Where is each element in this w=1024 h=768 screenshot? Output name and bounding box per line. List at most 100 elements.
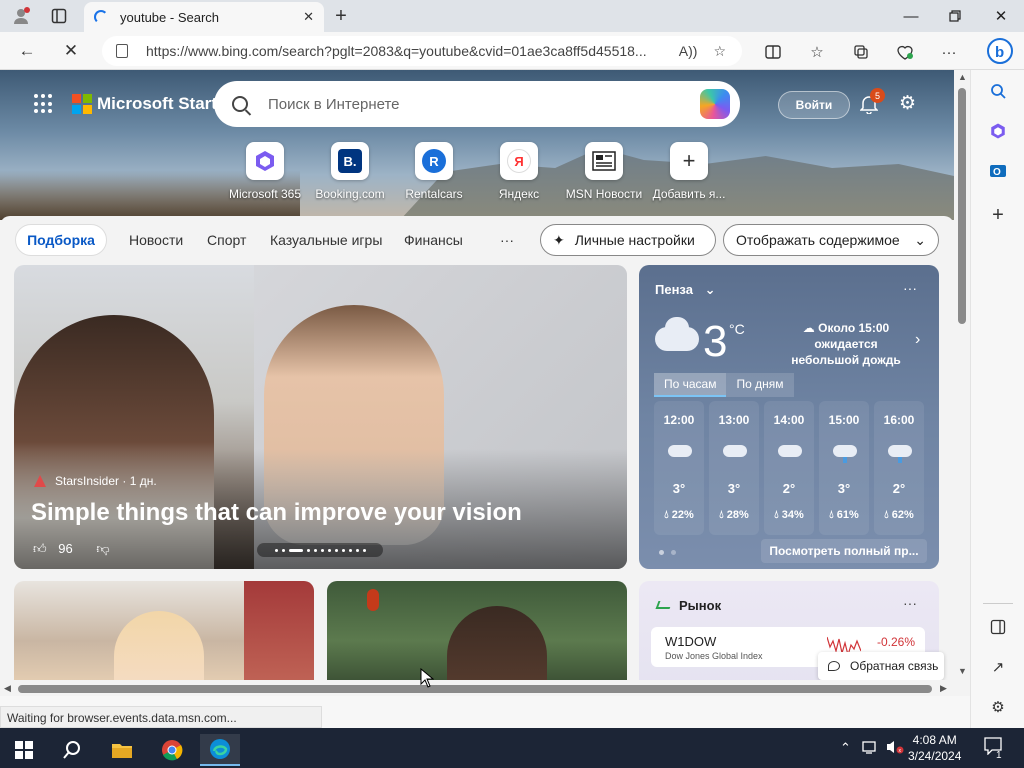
app-launcher-icon[interactable] — [34, 94, 54, 114]
vertical-scrollbar[interactable]: ▲ ▼ — [954, 70, 970, 680]
add-sidebar-app-icon[interactable]: + — [987, 204, 1009, 226]
favorites-icon[interactable]: ☆ — [806, 41, 828, 63]
tab-daily[interactable]: По дням — [726, 373, 794, 397]
windows-start-icon[interactable] — [4, 734, 44, 766]
scroll-down-arrow-icon[interactable]: ▼ — [958, 666, 967, 676]
favorite-star-icon[interactable]: ☆ — [713, 43, 726, 60]
hourly-forecast-item[interactable]: 14:00 2° 💧︎ 34% — [764, 401, 814, 535]
horizontal-scroll-thumb[interactable] — [18, 685, 932, 693]
gear-icon[interactable]: ⚙ — [899, 92, 916, 115]
back-button[interactable]: ← — [16, 40, 38, 62]
lock-icon[interactable] — [116, 44, 128, 58]
address-bar[interactable]: https://www.bing.com/search?pglt=2083&q=… — [102, 36, 742, 66]
close-window-button[interactable]: ✕ — [986, 4, 1016, 28]
tray-overflow-chevron-icon[interactable]: ⌃ — [840, 740, 851, 756]
restore-button[interactable] — [940, 4, 970, 28]
content-display-dropdown[interactable]: Отображать содержимое ⌄ — [723, 224, 939, 256]
quicklink-booking[interactable]: B. Booking.com — [307, 142, 393, 201]
tab-actions-icon[interactable] — [48, 6, 70, 26]
tab-sports[interactable]: Спорт — [207, 232, 246, 248]
thumbs-up-icon: 👍︎ — [33, 541, 47, 556]
like-button[interactable]: 👍︎ 96 👎︎ — [33, 541, 110, 557]
weather-pager-dot[interactable] — [659, 550, 664, 555]
tab-news[interactable]: Новости — [129, 232, 183, 248]
story-title[interactable]: Simple things that can improve your visi… — [31, 499, 522, 527]
microsoft365-icon[interactable] — [987, 120, 1009, 142]
signin-button[interactable]: Войти — [778, 91, 850, 119]
search-input[interactable]: Поиск в Интернете — [268, 96, 700, 113]
collections-icon[interactable] — [850, 41, 872, 63]
hour-precip: 💧︎ 34% — [764, 509, 814, 522]
hourly-forecast-item[interactable]: 16:00 2° 💧︎ 62% — [874, 401, 924, 535]
tab-casual-games[interactable]: Казуальные игры — [270, 232, 382, 248]
file-explorer-icon[interactable] — [102, 734, 142, 766]
hide-sidebar-icon[interactable] — [987, 616, 1009, 638]
weather-unit[interactable]: °C — [729, 321, 745, 337]
vertical-scroll-thumb[interactable] — [958, 88, 966, 324]
search-icon[interactable] — [987, 80, 1009, 102]
display-label: Отображать содержимое — [736, 232, 900, 248]
see-full-forecast-button[interactable]: Посмотреть полный пр... — [761, 539, 927, 563]
close-tab-icon[interactable]: ✕ — [303, 9, 314, 25]
news-card-child[interactable] — [14, 581, 314, 680]
scroll-up-arrow-icon[interactable]: ▲ — [958, 72, 967, 82]
bing-copilot-icon[interactable]: b — [985, 36, 1015, 66]
open-in-new-window-icon[interactable]: ↗ — [987, 656, 1009, 678]
weather-card[interactable]: Пенза ⌄ ··· 3 °C ☁ Около 15:00 ожидается… — [639, 265, 939, 569]
weather-tabs: По часам По дням — [654, 373, 794, 397]
feedback-button[interactable]: Обратная связь — [818, 652, 944, 680]
weather-forecast-link[interactable]: ☁ Около 15:00 ожидается небольшой дождь — [783, 320, 909, 368]
split-screen-icon[interactable] — [762, 41, 784, 63]
tab-myfeed[interactable]: Подборка — [15, 224, 107, 256]
news-card-man[interactable] — [327, 581, 627, 680]
personalize-button[interactable]: ✦ Личные настройки — [540, 224, 716, 256]
sidebar-settings-gear-icon[interactable]: ⚙ — [987, 696, 1009, 718]
search-box[interactable]: Поиск в Интернете — [214, 81, 740, 127]
volume-muted-icon[interactable]: x — [886, 740, 904, 757]
featured-story-card[interactable]: StarsInsider · 1 дн. Simple things that … — [14, 265, 627, 569]
quicklink-msn-news[interactable]: MSN Новости — [561, 142, 647, 201]
hourly-forecast-item[interactable]: 12:00 3° 💧︎ 22% — [654, 401, 704, 535]
browser-essentials-icon[interactable] — [894, 41, 916, 63]
tab-finance[interactable]: Финансы — [404, 232, 463, 248]
hour-precip: 💧︎ 61% — [819, 509, 869, 522]
chevron-right-icon[interactable]: › — [915, 331, 920, 349]
carousel-pager[interactable] — [257, 543, 383, 557]
red-flower-image — [367, 589, 379, 611]
more-options-icon[interactable]: ··· — [903, 595, 917, 611]
edge-icon[interactable] — [200, 734, 240, 766]
tab-hourly[interactable]: По часам — [654, 373, 727, 397]
story-source[interactable]: StarsInsider · 1 дн. — [55, 474, 157, 488]
profile-icon[interactable] — [10, 6, 32, 26]
quicklink-add[interactable]: + Добавить я... — [646, 142, 732, 201]
hour-time: 13:00 — [718, 413, 750, 427]
quicklink-yandex[interactable]: Я Яндекс — [476, 142, 562, 201]
scroll-right-arrow-icon[interactable]: ▶ — [940, 683, 947, 694]
read-aloud-icon[interactable]: A)) — [679, 43, 698, 59]
stop-loading-button[interactable]: ✕ — [60, 40, 82, 62]
outlook-icon[interactable]: O — [987, 160, 1009, 182]
browser-tab[interactable]: youtube - Search ✕ — [84, 2, 324, 32]
more-options-icon[interactable]: ··· — [903, 280, 917, 296]
quicklink-rentalcars[interactable]: R Rentalcars — [391, 142, 477, 201]
network-icon[interactable] — [862, 740, 878, 757]
hourly-forecast-item[interactable]: 13:00 3° 💧︎ 28% — [709, 401, 759, 535]
thumbs-down-icon[interactable]: 👎︎ — [96, 541, 109, 556]
new-tab-button[interactable]: + — [330, 5, 352, 28]
chrome-icon[interactable] — [152, 734, 192, 766]
market-title[interactable]: Рынок — [679, 598, 721, 613]
brand-title[interactable]: Microsoft Start — [97, 94, 217, 114]
quicklink-microsoft365[interactable]: Microsoft 365 — [222, 142, 308, 201]
horizontal-scrollbar[interactable]: ◀ ▶ — [0, 680, 954, 696]
copilot-icon[interactable] — [700, 89, 730, 119]
weather-location-dropdown[interactable]: Пенза ⌄ — [655, 282, 715, 298]
minimize-button[interactable]: — — [896, 4, 926, 28]
system-clock[interactable]: 4:08 AM 3/24/2024 — [908, 732, 961, 764]
settings-more-icon[interactable]: ··· — [938, 41, 960, 63]
url-text[interactable]: https://www.bing.com/search?pglt=2083&q=… — [146, 43, 679, 59]
weather-pager-dot[interactable] — [671, 550, 676, 555]
more-tabs-button[interactable]: ··· — [500, 232, 514, 248]
search-icon[interactable] — [52, 734, 92, 766]
scroll-left-arrow-icon[interactable]: ◀ — [4, 683, 11, 694]
hourly-forecast-item[interactable]: 15:00 3° 💧︎ 61% — [819, 401, 869, 535]
